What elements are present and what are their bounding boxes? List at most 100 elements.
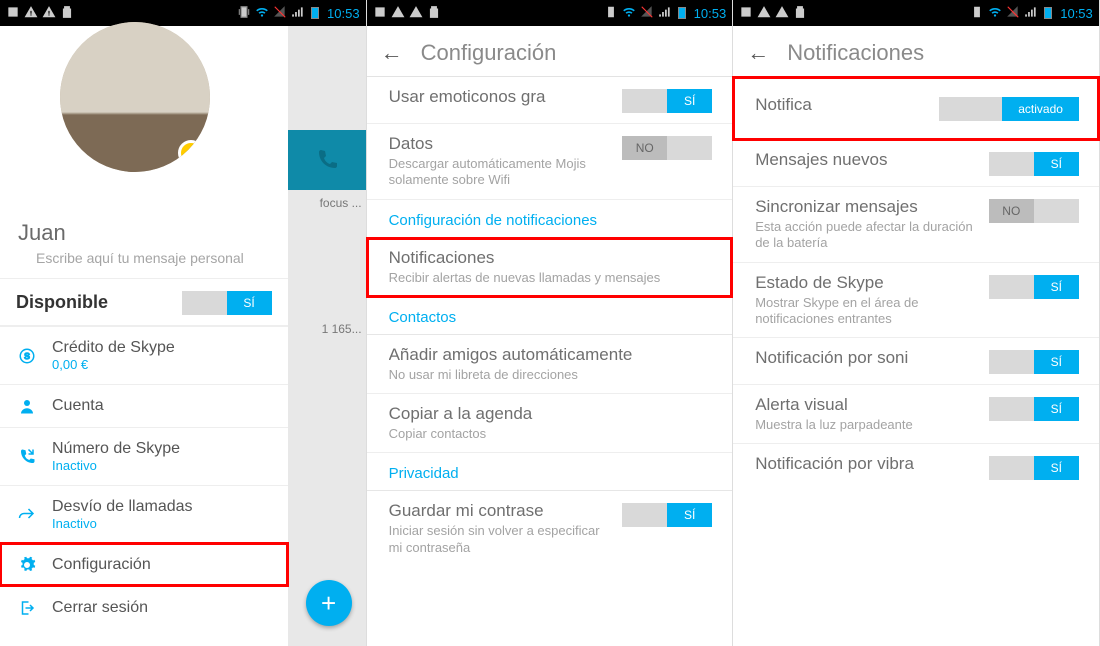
vibrate-icon [970,5,984,22]
clipboard-icon [793,5,807,22]
warning-icon [391,5,405,22]
row-notificaciones[interactable]: Notificaciones Recibir alertas de nuevas… [367,238,733,297]
presence-away-icon [178,140,204,166]
phone-notifications: 10:53 ← Notificaciones Notifica activado… [733,0,1100,646]
profile-name: Juan [0,216,288,246]
toggle-sonido[interactable]: SÍ [989,350,1079,374]
header: ← Notificaciones [733,26,1099,76]
numero-value: Inactivo [52,458,180,473]
section-privacidad: Privacidad [367,453,733,491]
avatar[interactable] [60,22,210,172]
back-button[interactable]: ← [747,40,769,66]
warning-icon [24,5,38,22]
toggle-sync[interactable]: NO [989,199,1079,223]
person-icon [16,397,38,415]
row-estado[interactable]: Estado de Skype Mostrar Skype en el área… [733,263,1099,339]
desvio-label: Desvío de llamadas [52,498,193,516]
toggle-master[interactable]: activado [939,97,1079,121]
clock-time: 10:53 [694,6,727,21]
row-master-notif[interactable]: Notifica activado [733,77,1099,140]
clipboard-icon [60,5,74,22]
profile-header [0,26,288,216]
wifi-icon [255,5,269,22]
svg-text:S: S [24,352,30,361]
fab-add[interactable]: + [306,580,352,626]
section-contactos: Contactos [367,297,733,335]
toggle-datos[interactable]: NO [622,136,712,160]
toggle-estado[interactable]: SÍ [989,275,1079,299]
signal-icon [658,5,672,22]
bg-text-focus: focus ... [288,190,366,216]
clock-time: 10:53 [1060,6,1093,21]
row-datos[interactable]: Datos Descargar automáticamente Mojis so… [367,124,733,200]
row-sync[interactable]: Sincronizar mensajes Esta acción puede a… [733,187,1099,263]
credit-value: 0,00 € [52,357,175,372]
signal-icon [291,5,305,22]
row-configuracion[interactable]: Configuración [0,543,288,586]
row-disponible[interactable]: Disponible SÍ [0,278,288,326]
row-numero[interactable]: Número de Skype Inactivo [0,427,288,485]
row-mensajes-nuevos[interactable]: Mensajes nuevos SÍ [733,140,1099,187]
back-button[interactable]: ← [381,40,403,66]
row-credit[interactable]: S Crédito de Skype 0,00 € [0,326,288,384]
vibrate-icon [604,5,618,22]
cerrar-label: Cerrar sesión [52,599,148,617]
clock-time: 10:53 [327,6,360,21]
logout-icon [16,599,38,617]
image-icon [6,5,20,22]
row-cuenta[interactable]: Cuenta [0,384,288,427]
toggle-disponible[interactable]: SÍ [182,291,272,315]
page-title: Notificaciones [787,40,924,66]
bg-text-num: 1 165... [288,316,366,342]
warning-icon [757,5,771,22]
warning-icon [409,5,423,22]
no-signal-icon [1006,5,1020,22]
battery-icon [678,7,686,19]
wifi-icon [622,5,636,22]
row-amigos[interactable]: Añadir amigos automáticamente No usar mi… [367,335,733,394]
header: ← Configuración [367,26,733,76]
phone-in-icon [16,448,38,466]
phone-profile: 10:53 focus ... 1 165... + Juan Escribe … [0,0,367,646]
vibrate-icon [237,5,251,22]
config-label: Configuración [52,556,151,574]
forward-icon [16,506,38,524]
toggle-vibra[interactable]: SÍ [989,456,1079,480]
phone-settings: 10:53 ← Configuración Usar emoticonos gr… [367,0,734,646]
row-copiar[interactable]: Copiar a la agenda Copiar contactos [367,394,733,453]
chat-background: focus ... 1 165... + [288,26,366,646]
row-emoticons[interactable]: Usar emoticonos gra SÍ [367,77,733,124]
image-icon [739,5,753,22]
status-bar: 10:53 [733,0,1099,26]
clipboard-icon [427,5,441,22]
call-bar[interactable] [288,130,366,190]
warning-icon [42,5,56,22]
row-sonido[interactable]: Notificación por soni SÍ [733,338,1099,385]
status-bar: 10:53 [367,0,733,26]
numero-label: Número de Skype [52,440,180,458]
row-vibra[interactable]: Notificación por vibra SÍ [733,444,1099,490]
toggle-password[interactable]: SÍ [622,503,712,527]
row-password[interactable]: Guardar mi contrase Iniciar sesión sin v… [367,491,733,566]
gear-icon [16,556,38,574]
battery-icon [1044,7,1052,19]
toggle-nuevos[interactable]: SÍ [989,152,1079,176]
row-desvio[interactable]: Desvío de llamadas Inactivo [0,485,288,543]
coin-icon: S [16,347,38,365]
page-title: Configuración [421,40,557,66]
row-visual[interactable]: Alerta visual Muestra la luz parpadeante… [733,385,1099,444]
toggle-visual[interactable]: SÍ [989,397,1079,421]
personal-message[interactable]: Escribe aquí tu mensaje personal [0,246,288,278]
desvio-value: Inactivo [52,516,193,531]
toggle-emoticons[interactable]: SÍ [622,89,712,113]
warning-icon [775,5,789,22]
disponible-label: Disponible [16,292,108,313]
no-signal-icon [640,5,654,22]
signal-icon [1024,5,1038,22]
section-notificaciones: Configuración de notificaciones [367,200,733,238]
credit-label: Crédito de Skype [52,339,175,357]
battery-icon [311,7,319,19]
wifi-icon [988,5,1002,22]
row-cerrar[interactable]: Cerrar sesión [0,586,288,629]
image-icon [373,5,387,22]
